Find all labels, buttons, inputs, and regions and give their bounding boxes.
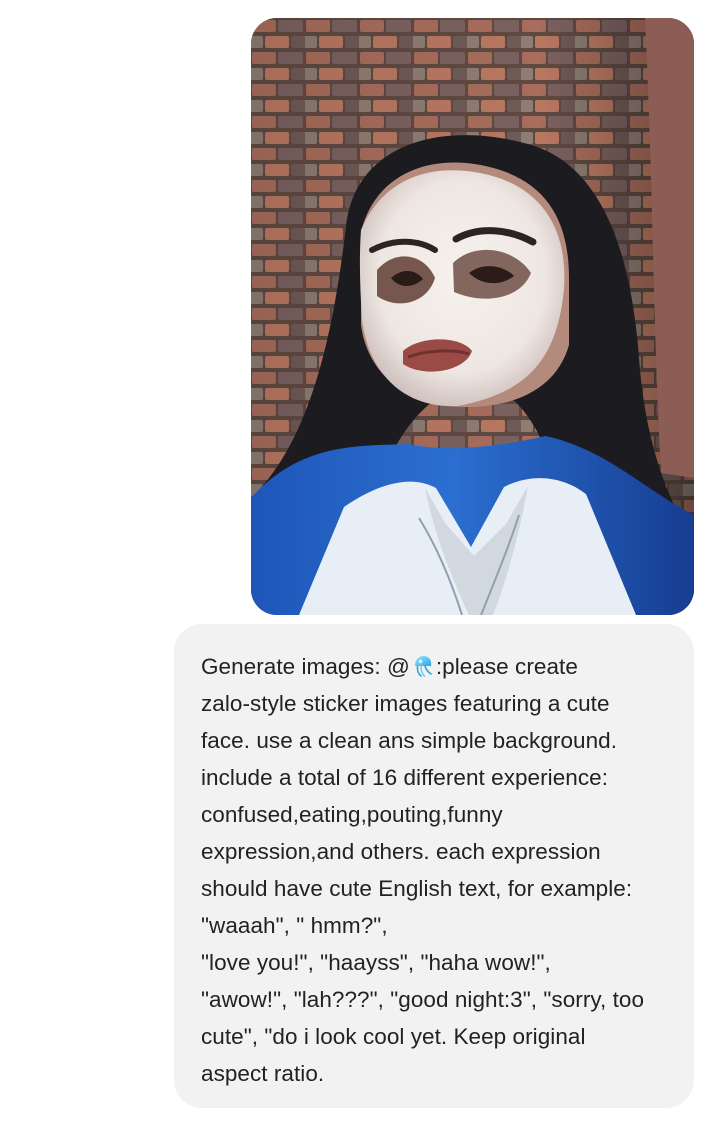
- message-line-4: include a total of 16 different experien…: [201, 765, 609, 790]
- chat-screen: Generate images: @ :please create zalo-st…: [0, 0, 720, 1132]
- message-text-after-mention: :please create: [435, 654, 578, 679]
- message-line-7: should have cute English text, for examp…: [201, 876, 633, 901]
- sent-text-message[interactable]: Generate images: @ :please create zalo-st…: [174, 624, 694, 1108]
- message-line-2: zalo-style sticker images featuring a cu…: [201, 691, 610, 716]
- selfie-illustration: [251, 18, 694, 615]
- message-line-11: cute", "do i look cool yet. Keep origina…: [201, 1024, 586, 1049]
- message-line-12: aspect ratio.: [201, 1061, 325, 1086]
- message-line-3: face. use a clean ans simple background.: [201, 728, 617, 753]
- uploaded-selfie-image[interactable]: [251, 18, 694, 615]
- jellyfish-icon: [411, 652, 435, 677]
- message-line-5: confused,eating,pouting,funny: [201, 802, 503, 827]
- message-line-8: "waaah", " hmm?",: [201, 913, 388, 938]
- message-line-10: "awow!", "lah???", "good night:3", "sorr…: [201, 987, 645, 1012]
- message-line-6: expression,and others. each expression: [201, 839, 601, 864]
- message-text-before-mention: Generate images: @: [201, 654, 410, 679]
- message-line-9: "love you!", "haayss", "haha wow!",: [201, 950, 551, 975]
- message-line-1: Generate images: @ :please create: [201, 648, 668, 685]
